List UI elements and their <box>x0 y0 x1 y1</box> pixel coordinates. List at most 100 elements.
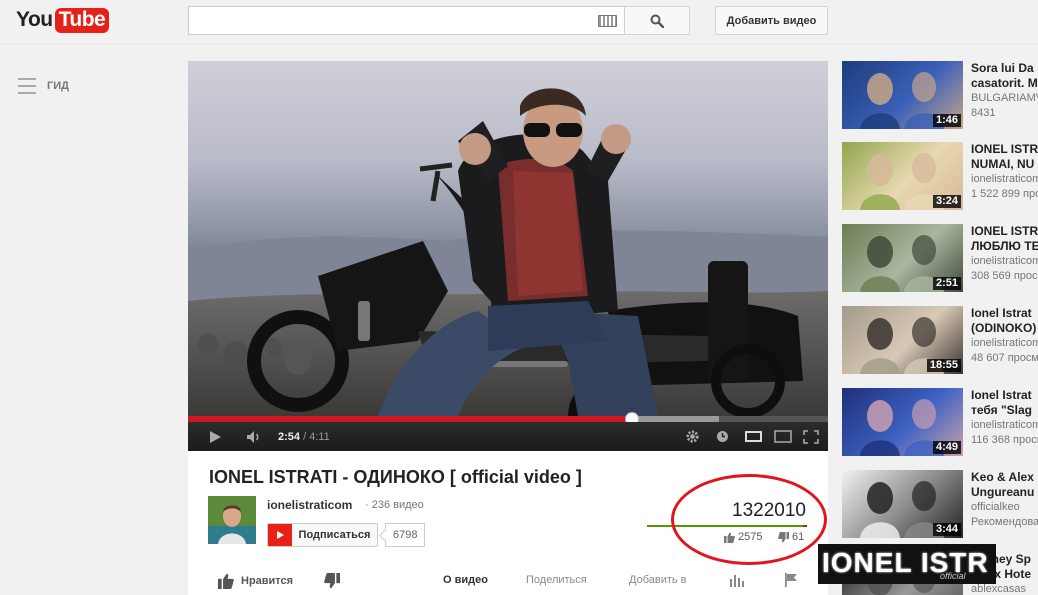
logo-tube: Tube <box>54 7 110 33</box>
related-channel[interactable]: BULGARIAMV <box>971 92 1038 104</box>
play-icon <box>210 430 221 443</box>
related-thumbnail[interactable]: 3:24 <box>842 142 963 210</box>
video-frame[interactable] <box>188 61 828 416</box>
subscribe-label: Подписаться <box>298 529 371 541</box>
related-channel[interactable]: ablexcasas <box>971 583 1026 595</box>
overlay-banner-sub: official <box>940 571 966 581</box>
dislike-button[interactable] <box>324 573 340 589</box>
keyboard-icon[interactable] <box>598 15 617 27</box>
like-button-label: Нравится <box>241 575 294 587</box>
related-video-item[interactable]: 2:51 IONEL ISTR ЛЮБЛЮ ТЕ ionelistraticom 308… <box>842 224 1038 294</box>
tab-about[interactable]: О видео <box>443 574 488 586</box>
watch-later-button[interactable] <box>716 422 729 451</box>
youtube-play-icon <box>268 524 292 546</box>
like-button[interactable]: Нравится <box>218 573 293 589</box>
large-player-icon <box>774 430 792 443</box>
related-title-line-1: IONEL ISTR <box>971 224 1038 238</box>
video-overlay-banner: IONEL ISTR official <box>818 544 996 584</box>
related-title-line-2: (ODINOKO) <box>971 321 1037 335</box>
related-views: Рекомендова <box>971 516 1038 528</box>
youtube-logo[interactable]: You Tube <box>16 6 110 34</box>
logo-you: You <box>16 8 53 31</box>
related-views: 8431 <box>971 107 996 119</box>
related-thumbnail[interactable]: 2:51 <box>842 224 963 292</box>
related-title-line-2: casatorit. M <box>971 76 1038 90</box>
upload-button[interactable]: Добавить видео <box>715 6 828 35</box>
related-video-item[interactable]: 4:49 Ionel Istrat тебя "Slag ionelistratico… <box>842 388 1038 458</box>
action-bar: Нравится О видео Поделиться Добавить в <box>188 569 828 595</box>
small-player-icon <box>745 431 762 442</box>
related-title[interactable]: IONEL ISTR NUMAI, NU <box>971 142 1038 172</box>
related-title-line-1: Sora lui Da <box>971 61 1034 75</box>
related-duration: 3:24 <box>932 195 961 208</box>
related-title-line-1: Ionel Istrat <box>971 388 1032 402</box>
related-title-line-2: ЛЮБЛЮ ТЕ <box>971 239 1038 253</box>
related-duration: 18:55 <box>926 359 961 372</box>
related-views: 116 368 просм <box>971 434 1038 446</box>
subscribe-button[interactable]: Подписаться <box>267 523 378 547</box>
red-highlight-ellipse <box>671 474 827 565</box>
related-thumbnail[interactable]: 1:46 <box>842 61 963 129</box>
report-button[interactable] <box>784 573 798 587</box>
watch-info-panel: IONEL ISTRATI - ОДИНОКО [ official video… <box>188 451 828 595</box>
small-player-button[interactable] <box>745 422 762 451</box>
related-views: 48 607 просм <box>971 352 1038 364</box>
channel-video-count[interactable]: · 236 видео <box>365 499 424 511</box>
masthead: You Tube Добавить видео <box>0 0 1038 45</box>
stats-icon <box>730 575 744 587</box>
related-views: 1 522 899 прос <box>971 188 1038 200</box>
related-videos-sidebar: 1:46 Sora lui Da casatorit. M BULGARIAMV 843… <box>842 61 1038 595</box>
related-title[interactable]: Ionel Istrat тебя "Slag <box>971 388 1038 418</box>
related-title[interactable]: Sora lui Da casatorit. M <box>971 61 1038 91</box>
volume-button[interactable] <box>246 422 262 451</box>
related-thumbnail[interactable]: 3:44 <box>842 470 963 538</box>
tab-share[interactable]: Поделиться <box>526 574 587 586</box>
fullscreen-button[interactable] <box>803 422 819 451</box>
search-icon <box>650 14 664 28</box>
related-title-line-2: NUMAI, NU <box>971 157 1035 171</box>
video-player[interactable]: 2:54 / 4:11 <box>188 61 828 451</box>
large-player-button[interactable] <box>774 422 792 451</box>
related-video-item[interactable]: 18:55 Ionel Istrat (ODINOKO) ionelistratico… <box>842 306 1038 376</box>
related-video-item[interactable]: 1:46 Sora lui Da casatorit. M BULGARIAMV 843… <box>842 61 1038 131</box>
player-controls: 2:54 / 4:11 <box>188 422 828 451</box>
related-title[interactable]: Ionel Istrat (ODINOKO) <box>971 306 1038 336</box>
avatar-image <box>208 496 256 544</box>
search-button[interactable] <box>624 6 690 35</box>
related-duration: 2:51 <box>932 277 961 290</box>
related-title[interactable]: IONEL ISTR ЛЮБЛЮ ТЕ <box>971 224 1038 254</box>
time-current: 2:54 <box>278 430 301 443</box>
related-channel[interactable]: ionelistraticom <box>971 255 1038 267</box>
thumbs-down-icon <box>324 573 340 589</box>
related-video-item[interactable]: 3:44 Keo & Alex Ungureanu officialkeo Рекоме… <box>842 470 1038 540</box>
subscriber-count: 6798 <box>385 523 426 547</box>
thumbs-up-icon <box>218 573 234 589</box>
fullscreen-icon <box>803 429 819 444</box>
related-title-line-1: Keo & Alex <box>971 470 1034 484</box>
related-duration: 3:44 <box>932 523 961 536</box>
time-separator: / <box>300 430 310 443</box>
related-title[interactable]: Keo & Alex Ungureanu <box>971 470 1038 500</box>
related-channel[interactable]: officialkeo <box>971 501 1020 513</box>
volume-icon <box>247 430 259 443</box>
guide-button[interactable]: ГИД <box>18 78 69 94</box>
gear-icon <box>686 430 699 443</box>
related-thumbnail[interactable]: 18:55 <box>842 306 963 374</box>
stats-button[interactable] <box>730 573 745 587</box>
related-thumbnail[interactable]: 4:49 <box>842 388 963 456</box>
guide-label: ГИД <box>47 80 69 92</box>
related-duration: 4:49 <box>932 441 961 454</box>
play-button[interactable] <box>208 422 222 451</box>
related-channel[interactable]: ionelistraticom <box>971 173 1038 185</box>
related-channel[interactable]: ionelistraticom <box>971 337 1038 349</box>
channel-avatar[interactable] <box>208 496 256 544</box>
related-channel[interactable]: ionelistraticom <box>971 419 1038 431</box>
related-video-item[interactable]: 3:24 IONEL ISTR NUMAI, NU ionelistraticom 1 … <box>842 142 1038 212</box>
related-title-line-2: тебя "Slag <box>971 403 1033 417</box>
tab-add-to[interactable]: Добавить в <box>629 574 687 586</box>
clock-icon <box>717 431 728 442</box>
channel-name-link[interactable]: ionelistraticom <box>267 498 352 512</box>
settings-button[interactable] <box>685 422 700 451</box>
flag-icon <box>785 573 797 587</box>
search-input[interactable] <box>188 6 625 35</box>
